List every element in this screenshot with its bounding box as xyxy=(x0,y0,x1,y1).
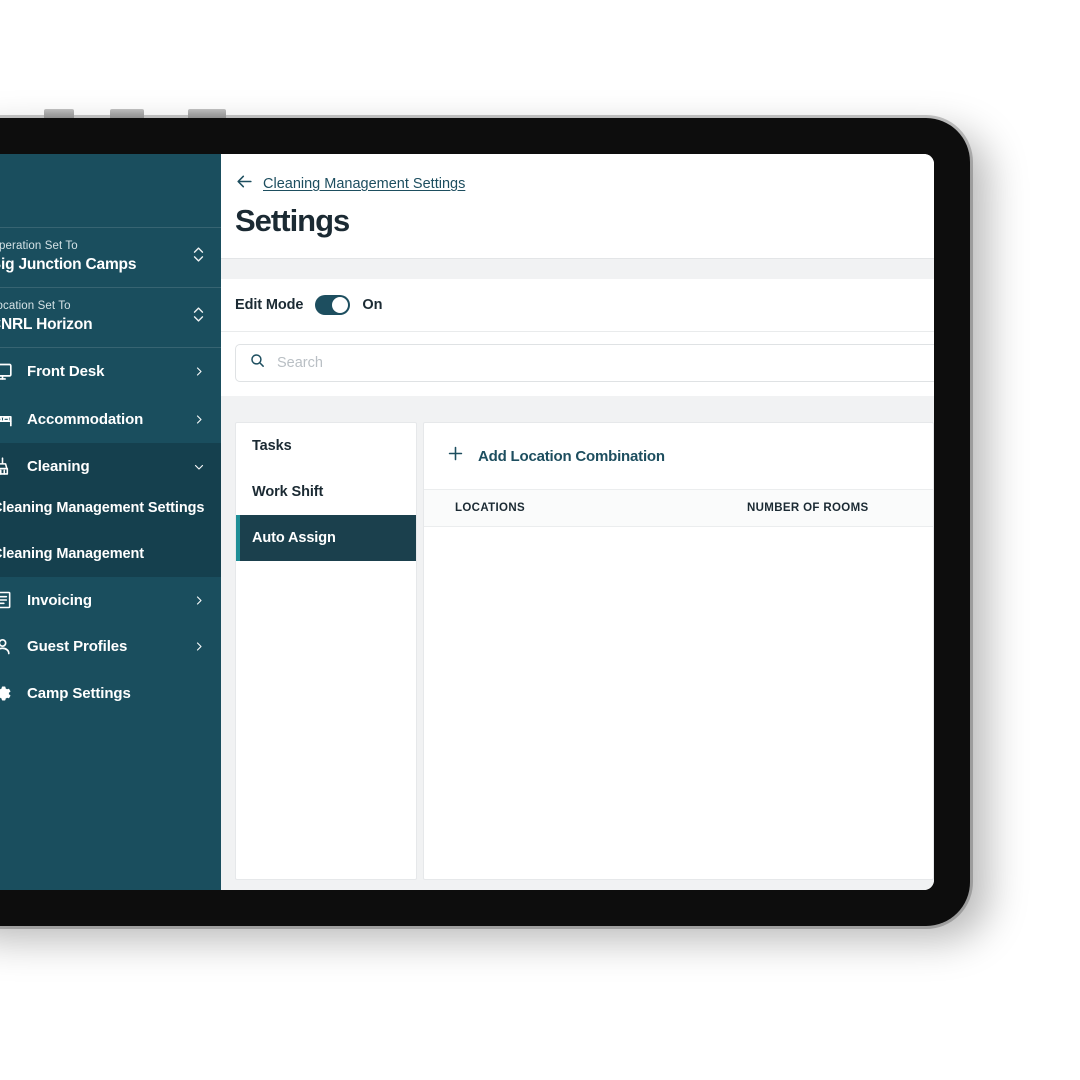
broom-icon xyxy=(0,456,13,477)
sidebar-subitem-cleaning-management-settings[interactable]: Cleaning Management Settings xyxy=(0,490,221,526)
search-box[interactable] xyxy=(235,344,934,382)
monitor-icon xyxy=(0,361,13,382)
sidebar-item-label: Cleaning xyxy=(27,458,90,475)
device-button-top-3 xyxy=(188,109,226,118)
gear-icon xyxy=(0,683,13,704)
sidebar-subitem-spacer xyxy=(0,526,221,536)
edit-mode-bar: Edit Mode On xyxy=(221,279,934,332)
breadcrumb[interactable]: Cleaning Management Settings xyxy=(235,172,934,196)
bed-icon xyxy=(0,408,13,430)
table-header-row: LOCATIONS NUMBER OF ROOMS xyxy=(424,489,933,527)
sidebar-item-label: Guest Profiles xyxy=(27,638,128,655)
add-location-combination-button[interactable]: Add Location Combination xyxy=(424,423,933,489)
auto-assign-panel: Add Location Combination LOCATIONS NUMBE… xyxy=(423,422,934,880)
column-header-number-of-rooms: NUMBER OF ROOMS xyxy=(747,502,869,514)
sidebar-item-camp-settings[interactable]: Camp Settings xyxy=(0,670,221,717)
page-header: Cleaning Management Settings Settings xyxy=(221,154,934,259)
edit-mode-label: Edit Mode xyxy=(235,297,304,313)
edit-mode-state: On xyxy=(362,297,383,313)
sidebar-item-guest-profiles[interactable]: Guest Profiles xyxy=(0,623,221,670)
search-icon xyxy=(249,352,266,374)
device-button-top-2 xyxy=(110,109,144,118)
add-location-combination-label: Add Location Combination xyxy=(478,447,665,465)
page-title: Settings xyxy=(235,203,350,238)
plus-icon xyxy=(446,444,465,468)
sidebar-subitem-cleaning-management[interactable]: Cleaning Management xyxy=(0,536,221,577)
chevron-right-icon xyxy=(193,594,205,607)
sidebar-item-invoicing[interactable]: Invoicing xyxy=(0,577,221,623)
tab-tasks[interactable]: Tasks xyxy=(236,423,416,469)
operation-label: Operation Set To xyxy=(0,240,78,252)
breadcrumb-link[interactable]: Cleaning Management Settings xyxy=(263,176,465,192)
sidebar: Operation Set To Big Junction Camps Loca… xyxy=(0,154,221,890)
device-button-top-1 xyxy=(44,109,74,118)
operation-value: Big Junction Camps xyxy=(0,256,137,273)
settings-tab-list: Tasks Work Shift Auto Assign xyxy=(235,422,417,880)
sidebar-item-label: Camp Settings xyxy=(27,685,131,702)
chevron-down-icon xyxy=(193,460,205,474)
sidebar-item-cleaning[interactable]: Cleaning xyxy=(0,443,221,490)
column-header-locations: LOCATIONS xyxy=(455,502,526,514)
sidebar-brand-area xyxy=(0,154,221,227)
sidebar-item-label: Front Desk xyxy=(27,363,105,380)
invoice-icon xyxy=(0,590,13,610)
sidebar-item-front-desk[interactable]: Front Desk xyxy=(0,348,221,395)
tab-auto-assign[interactable]: Auto Assign xyxy=(236,515,416,561)
sidebar-location-selector[interactable]: Location Set To CNRL Horizon xyxy=(0,287,221,347)
sidebar-group-cleaning: Cleaning Cleaning Management Settings Cl… xyxy=(0,443,221,577)
chevron-right-icon xyxy=(193,640,205,653)
search-input[interactable] xyxy=(277,355,934,371)
chevron-right-icon xyxy=(193,413,205,426)
up-down-chevron-icon xyxy=(192,245,205,269)
section-spacer-top xyxy=(221,259,934,279)
tablet-screen: Operation Set To Big Junction Camps Loca… xyxy=(0,154,934,890)
arrow-left-icon[interactable] xyxy=(235,172,254,196)
person-icon xyxy=(0,636,13,657)
section-spacer-mid xyxy=(221,396,934,410)
location-label: Location Set To xyxy=(0,300,71,312)
up-down-chevron-icon xyxy=(192,305,205,329)
tab-work-shift[interactable]: Work Shift xyxy=(236,469,416,515)
location-value: CNRL Horizon xyxy=(0,316,93,333)
tablet-device-frame: Operation Set To Big Junction Camps Loca… xyxy=(0,109,973,929)
settings-panels: Tasks Work Shift Auto Assign Add Locatio… xyxy=(221,410,934,890)
sidebar-item-label: Accommodation xyxy=(27,410,144,428)
main-content: Cleaning Management Settings Settings Ed… xyxy=(221,154,934,890)
edit-mode-toggle[interactable] xyxy=(315,295,351,315)
chevron-right-icon xyxy=(193,365,205,378)
sidebar-item-label: Invoicing xyxy=(27,591,92,609)
search-bar-container xyxy=(221,332,934,396)
sidebar-item-accommodation[interactable]: Accommodation xyxy=(0,395,221,443)
sidebar-operation-selector[interactable]: Operation Set To Big Junction Camps xyxy=(0,227,221,287)
